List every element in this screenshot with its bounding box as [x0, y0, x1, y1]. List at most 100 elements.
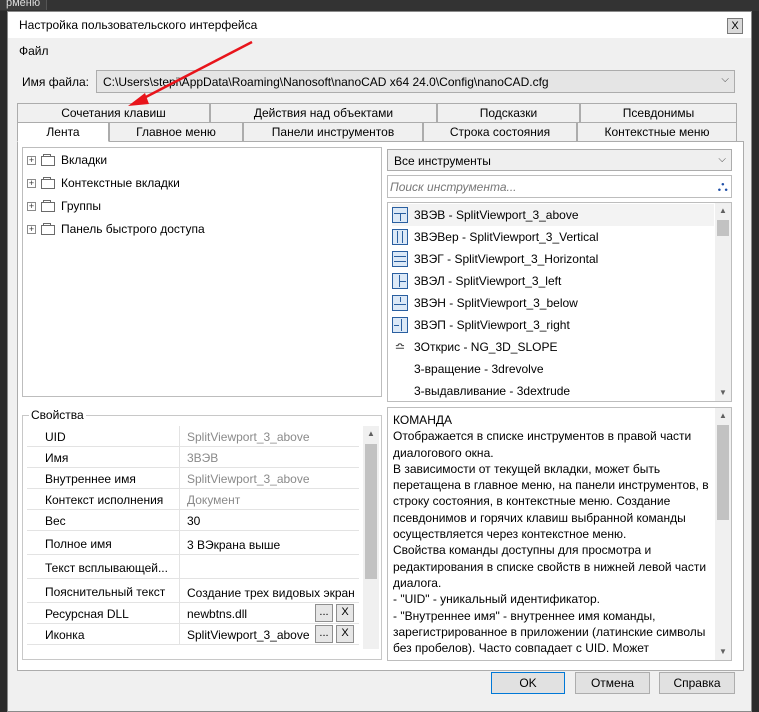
tool-list-scrollbar[interactable]: ▲ ▼ [715, 203, 731, 401]
help-button[interactable]: Справка [659, 672, 735, 694]
tab-status-bar[interactable]: Строка состояния [423, 122, 577, 142]
ok-button[interactable]: OK [491, 672, 565, 694]
property-value[interactable]: newbtns.dll [187, 607, 307, 621]
tool-search-input[interactable]: Поиск инструмента... ⛬ [387, 175, 732, 198]
scroll-thumb[interactable] [717, 220, 729, 236]
split-vertical-icon [392, 229, 408, 245]
scroll-up-icon[interactable]: ▲ [363, 426, 379, 442]
list-item[interactable]: 3ВЭВ - SplitViewport_3_above [392, 204, 714, 226]
tree-item-label: Панель быстрого доступа [61, 222, 205, 236]
property-row[interactable]: Полное имя 3 ВЭкрана выше [27, 531, 359, 555]
description-line: - "UID" - уникальный идентификатор. [393, 592, 600, 607]
list-item-label: 3ВЭВ - SplitViewport_3_above [414, 208, 579, 222]
browse-button[interactable]: ... [315, 625, 333, 643]
list-item[interactable]: 3-вращение - 3drevolve [392, 358, 544, 380]
scroll-down-icon[interactable]: ▼ [715, 644, 731, 660]
description-line: - "Внутреннее имя" - внутреннее имя кома… [393, 608, 706, 656]
binoculars-icon[interactable]: ⛬ [717, 178, 728, 195]
expand-icon[interactable]: + [27, 155, 36, 165]
list-item[interactable]: 3ВЭГ - SplitViewport_3_Horizontal [392, 248, 598, 270]
description-line: КОМАНДА [393, 413, 452, 427]
property-key: UID [27, 426, 180, 447]
list-item[interactable]: 3-выдавливание - 3dextrude [392, 380, 571, 401]
expand-icon[interactable]: + [27, 178, 36, 188]
tool-search-placeholder: Поиск инструмента... [390, 180, 517, 194]
tool-filter-select[interactable]: Все инструменты ⌵ [387, 149, 732, 171]
scroll-thumb[interactable] [717, 425, 729, 520]
tree-item-groups[interactable]: + Группы [27, 196, 101, 216]
list-item-label: 3Открис - NG_3D_SLOPE [414, 340, 558, 354]
tab-tooltips[interactable]: Подсказки [437, 103, 580, 123]
tree-item-label: Группы [61, 199, 101, 213]
description-line: В зависимости от текущей вкладки, может … [393, 461, 709, 542]
description-text: КОМАНДА Отображается в списке инструмент… [393, 412, 711, 656]
scroll-thumb[interactable] [365, 444, 377, 579]
close-button[interactable]: X [727, 18, 743, 34]
properties-group: Свойства UID SplitViewport_3_above Имя 3ВЭ… [22, 408, 382, 660]
list-item[interactable]: 3ВЭВер - SplitViewport_3_Vertical [392, 226, 599, 248]
property-row[interactable]: UID SplitViewport_3_above [27, 426, 359, 447]
filename-value: C:\Users\stepi\AppData\Roaming\Nanosoft\… [103, 75, 549, 89]
tab-object-actions[interactable]: Действия над объектами [210, 103, 437, 123]
tab-toolbars[interactable]: Панели инструментов [243, 122, 423, 142]
property-value: SplitViewport_3_above [187, 472, 310, 486]
expand-icon[interactable]: + [27, 201, 36, 211]
property-key: Имя [27, 447, 180, 468]
menu-file[interactable]: Файл [19, 44, 49, 58]
property-row[interactable]: Иконка SplitViewport_3_above ... X [27, 624, 359, 645]
property-key: Внутреннее имя [27, 468, 180, 489]
split-horizontal-icon [392, 251, 408, 267]
ribbon-tree[interactable]: + Вкладки + Контекстные вкладки + Группы… [22, 147, 382, 397]
background-app-strip: рменю [0, 0, 759, 11]
split-right-icon [392, 317, 408, 333]
scroll-down-icon[interactable]: ▼ [715, 385, 731, 401]
description-line: Свойства команды доступны для просмотра … [393, 543, 707, 590]
clear-button[interactable]: X [336, 604, 354, 622]
list-item[interactable]: 3ВЭЛ - SplitViewport_3_left [392, 270, 561, 292]
description-line: Отображается в списке инструментов в пра… [393, 429, 692, 460]
properties-scrollbar[interactable]: ▲ [363, 426, 379, 649]
list-item[interactable]: 3ВЭН - SplitViewport_3_below [392, 292, 578, 314]
tab-aliases[interactable]: Псевдонимы [580, 103, 737, 123]
filename-label: Имя файла: [22, 75, 89, 89]
expand-icon[interactable]: + [27, 224, 36, 234]
tree-item-quick-access[interactable]: + Панель быстрого доступа [27, 219, 205, 239]
list-item[interactable]: ≏ 3Открис - NG_3D_SLOPE [392, 336, 558, 358]
tree-item-context-tabs[interactable]: + Контекстные вкладки [27, 173, 180, 193]
quick-access-icon [40, 222, 56, 236]
property-value[interactable]: 3 ВЭкрана выше [187, 538, 357, 552]
tab-shortcuts[interactable]: Сочетания клавиш [17, 103, 210, 123]
property-row[interactable]: Внутреннее имя SplitViewport_3_above [27, 468, 359, 489]
property-key: Вес [27, 510, 180, 531]
list-item-label: 3ВЭВер - SplitViewport_3_Vertical [414, 230, 599, 244]
groups-icon [40, 199, 56, 213]
browse-button[interactable]: ... [315, 604, 333, 622]
scroll-up-icon[interactable]: ▲ [715, 408, 731, 424]
property-value[interactable]: SplitViewport_3_above [187, 628, 311, 642]
cancel-button[interactable]: Отмена [575, 672, 650, 694]
tool-list[interactable]: 3ВЭВ - SplitViewport_3_above 3ВЭВер - Sp… [387, 202, 732, 402]
filename-combobox[interactable]: C:\Users\stepi\AppData\Roaming\Nanosoft\… [96, 70, 735, 93]
property-row[interactable]: Ресурсная DLL newbtns.dll ... X [27, 603, 359, 624]
split-left-icon [392, 273, 408, 289]
clear-button[interactable]: X [336, 625, 354, 643]
tab-main-menu[interactable]: Главное меню [109, 122, 243, 142]
background-tab[interactable]: рменю [0, 0, 48, 10]
property-row[interactable]: Имя 3ВЭВ [27, 447, 359, 468]
property-value[interactable]: Создание трех видовых экран [187, 586, 357, 600]
scroll-up-icon[interactable]: ▲ [715, 203, 731, 219]
property-row[interactable]: Вес 30 [27, 510, 359, 531]
tab-context-menus[interactable]: Контекстные меню [577, 122, 737, 142]
property-row[interactable]: Текст всплывающей... [27, 555, 359, 579]
tab-ribbon[interactable]: Лента [17, 122, 109, 142]
title-bar: Настройка пользовательского интерфейса X [8, 12, 751, 38]
description-scrollbar[interactable]: ▲ ▼ [715, 408, 731, 660]
tree-item-label: Контекстные вкладки [61, 176, 180, 190]
list-item-label: 3-выдавливание - 3dextrude [414, 384, 571, 398]
property-key: Пояснительный текст [27, 579, 180, 603]
tree-item-tabs[interactable]: + Вкладки [27, 150, 107, 170]
list-item[interactable]: 3ВЭП - SplitViewport_3_right [392, 314, 570, 336]
property-row[interactable]: Пояснительный текст Создание трех видовых… [27, 579, 359, 603]
property-row[interactable]: Контекст исполнения Документ [27, 489, 359, 510]
property-value[interactable]: 30 [187, 514, 357, 528]
